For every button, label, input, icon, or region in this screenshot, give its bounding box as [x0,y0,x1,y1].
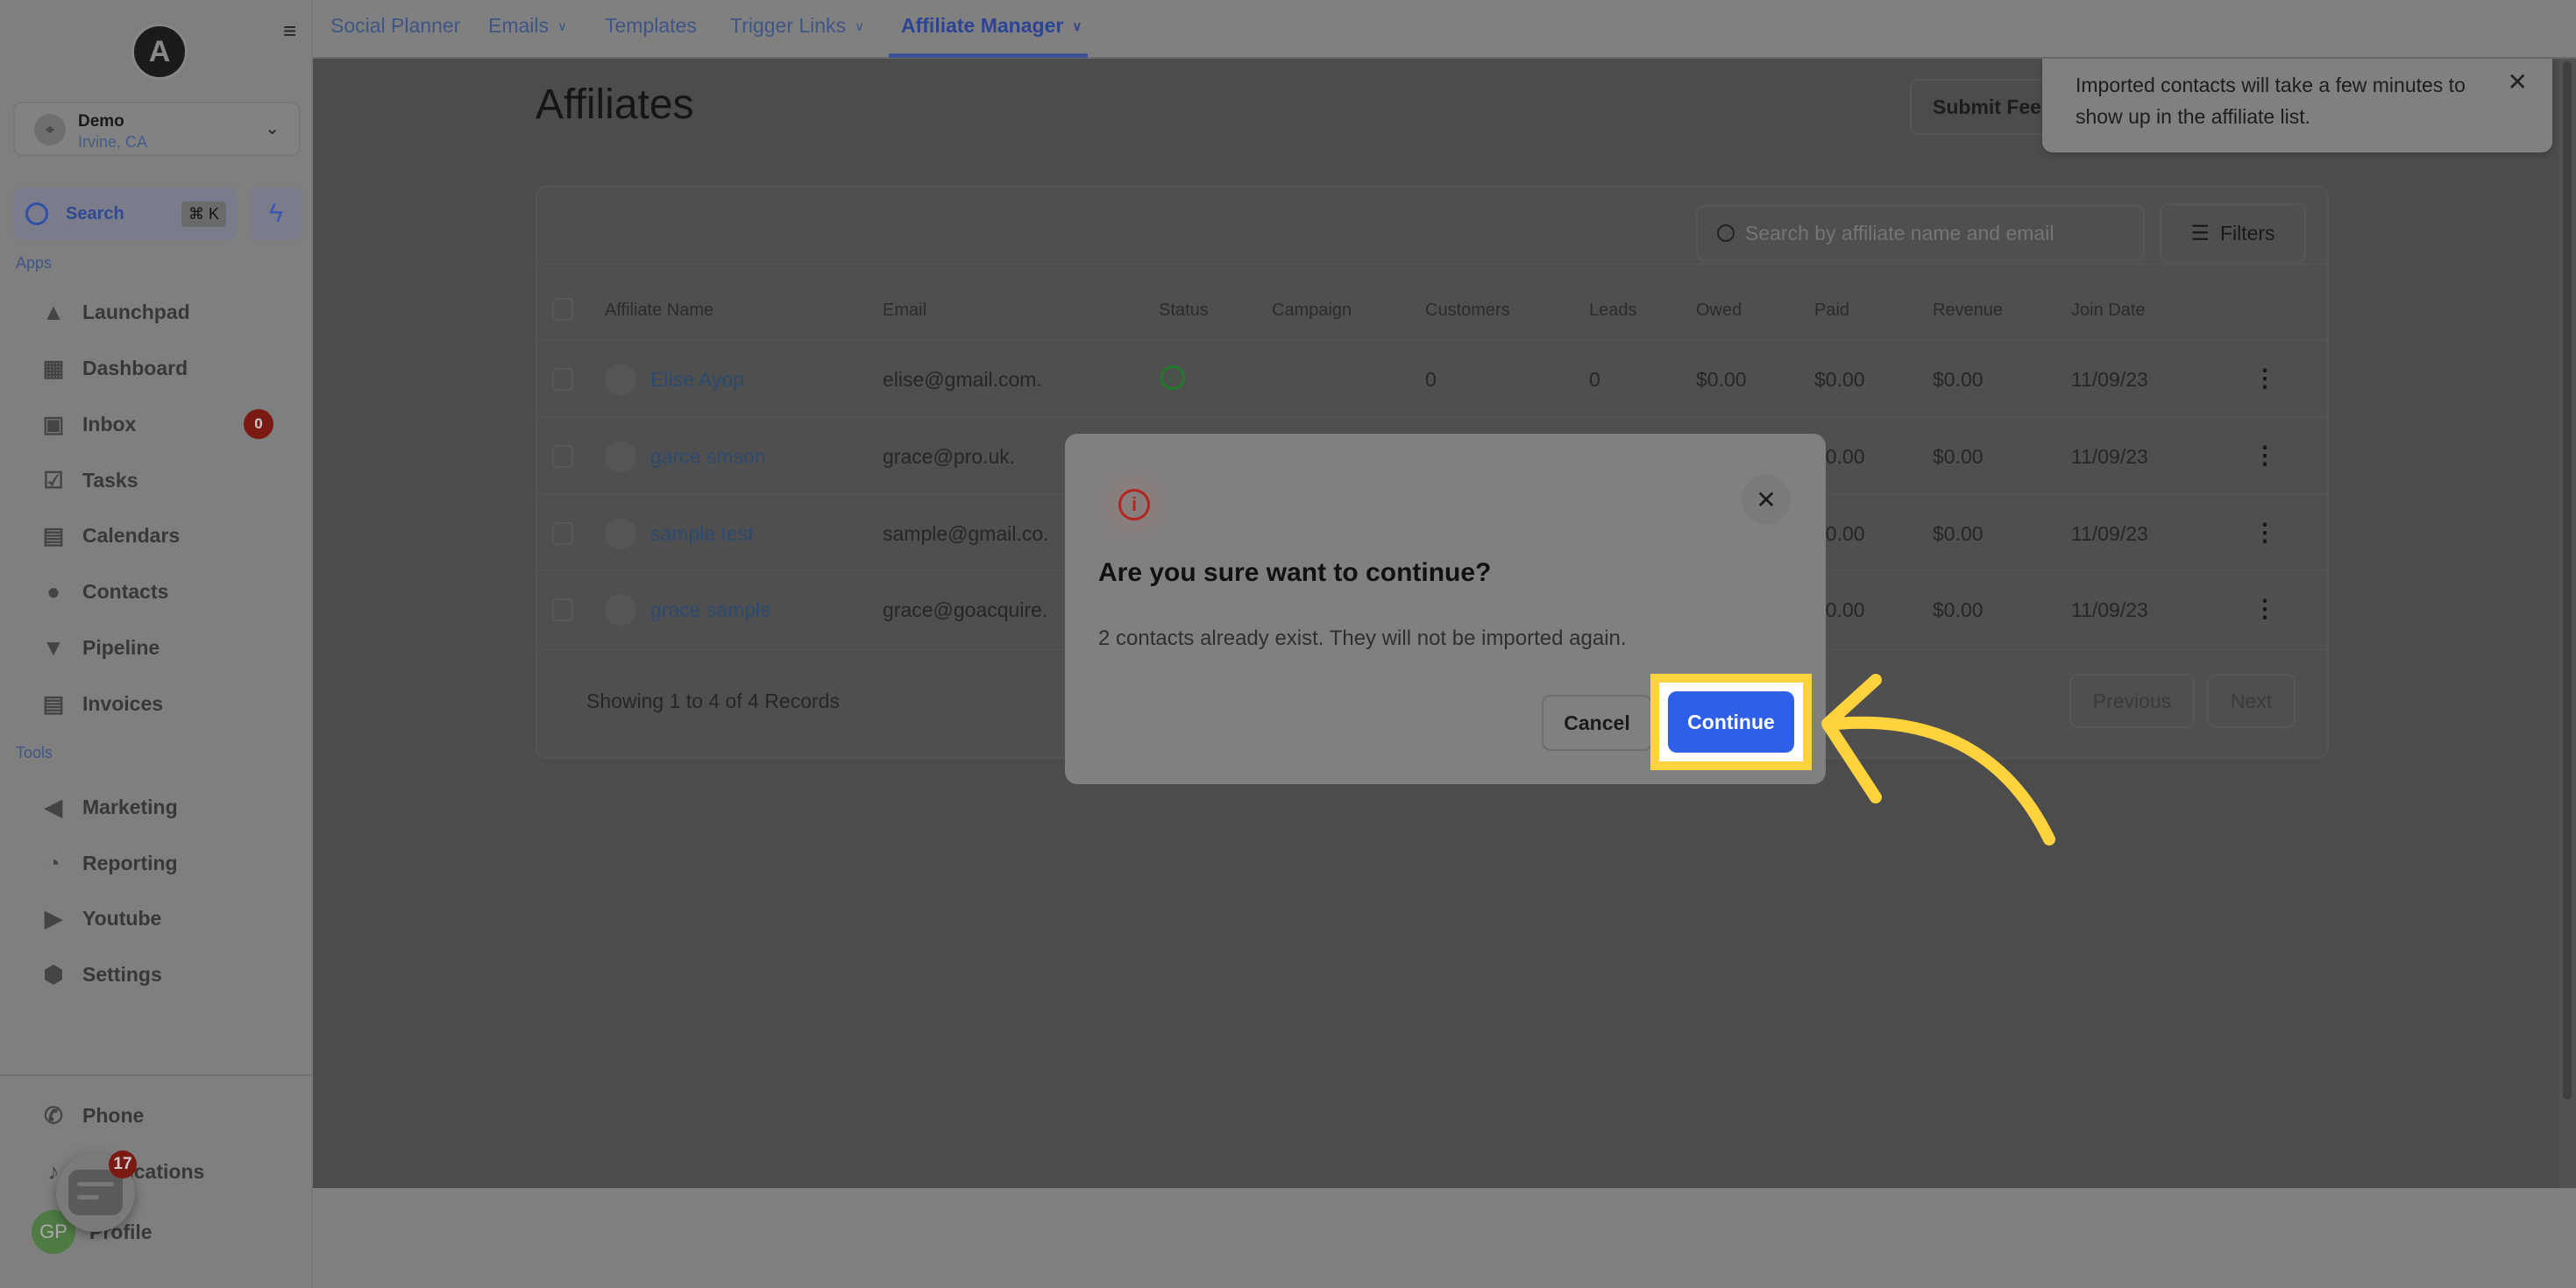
tab-label: Social Planner [330,14,461,37]
column-header: Paid [1814,301,1850,320]
column-header: Email [883,301,927,320]
chevron-down-icon: ∨ [1072,18,1082,34]
column-header: Campaign [1272,301,1352,320]
arrow-head [1821,674,1882,803]
tab-label: Trigger Links [730,14,847,37]
chevron-down-icon: ∨ [557,18,567,34]
tab-emails[interactable]: Emails ∨ [488,14,567,38]
tab-label: Templates [605,14,697,37]
chevron-down-icon: ∨ [855,18,865,34]
column-header: Status [1159,301,1209,320]
tab-trigger-links[interactable]: Trigger Links ∨ [730,14,864,38]
tab-label: Emails [488,14,550,37]
column-header: Owed [1696,301,1742,320]
column-header: Customers [1425,301,1510,320]
tab-templates[interactable]: Templates [605,14,697,38]
tab-social-planner[interactable]: Social Planner [330,14,460,38]
column-header: Leads [1589,301,1637,320]
tab-affiliate-manager[interactable]: Affiliate Manager ∨ [901,14,1082,38]
column-header: Revenue [1933,301,2004,320]
tab-label: Affiliate Manager [901,14,1064,37]
pointer-arrow-annotation [1821,674,2055,846]
column-header: Join Date [2071,301,2146,320]
column-header: Affiliate Name [605,301,714,320]
